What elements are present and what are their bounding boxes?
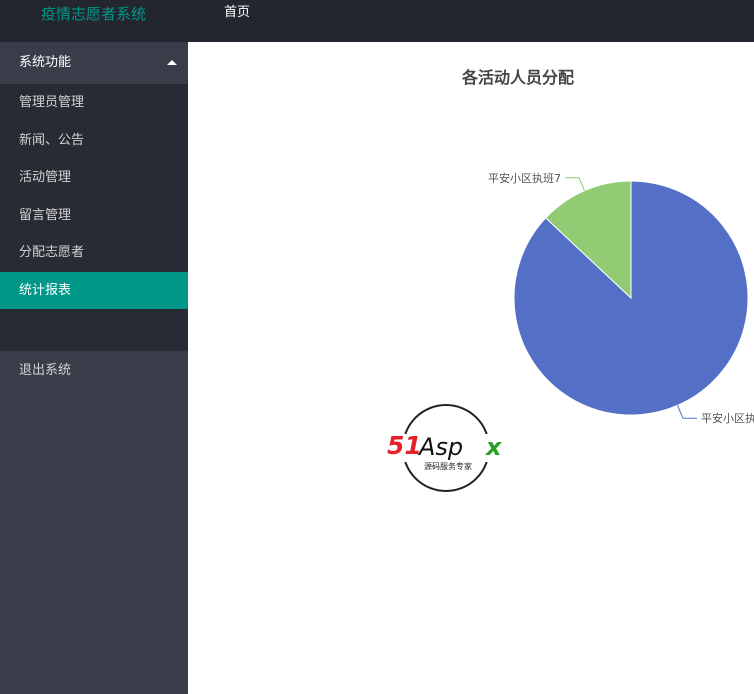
watermark-logo: 51 Asp x 源码服务专家: [386, 404, 512, 492]
sidebar-item-news[interactable]: 新闻、公告: [0, 122, 188, 160]
caret-up-icon: [167, 60, 177, 65]
watermark-subtext: 源码服务专家: [424, 461, 472, 471]
watermark-text-51: 51: [387, 431, 422, 460]
label-leader-line: [564, 177, 585, 191]
sidebar-item-admin[interactable]: 管理员管理: [0, 84, 188, 122]
sidebar-menu: 管理员管理 新闻、公告 活动管理 留言管理 分配志愿者 统计报表: [0, 84, 188, 351]
pie-chart: 平安小区执班7 平安小区执班7: [488, 171, 754, 425]
watermark-text-x: x: [485, 433, 503, 461]
top-bar: 疫情志愿者系统 首页: [0, 0, 754, 42]
nav-home-link[interactable]: 首页: [224, 4, 250, 22]
slice-label: 平安小区执班7: [701, 411, 754, 425]
sidebar-group-label: 系统功能: [19, 55, 72, 70]
sidebar-item-assign[interactable]: 分配志愿者: [0, 234, 188, 272]
sidebar-item-activities[interactable]: 活动管理: [0, 159, 188, 197]
sidebar-item-messages[interactable]: 留言管理: [0, 197, 188, 235]
sidebar-group-system[interactable]: 系统功能: [0, 42, 188, 84]
watermark-text-aspx: Asp: [417, 433, 463, 461]
label-leader-line: [677, 405, 698, 419]
sidebar-item-logout[interactable]: 退出系统: [0, 351, 188, 391]
sidebar: 系统功能 管理员管理 新闻、公告 活动管理 留言管理 分配志愿者 统计报表 退出…: [0, 42, 188, 694]
main-content: 各活动人员分配 平安小区执班7 平安小区执班7 51 Asp x 源码服务专家: [188, 42, 754, 694]
slice-label: 平安小区执班7: [488, 171, 561, 185]
sidebar-item-statistics[interactable]: 统计报表: [0, 271, 188, 309]
app-title: 疫情志愿者系统: [41, 5, 147, 23]
